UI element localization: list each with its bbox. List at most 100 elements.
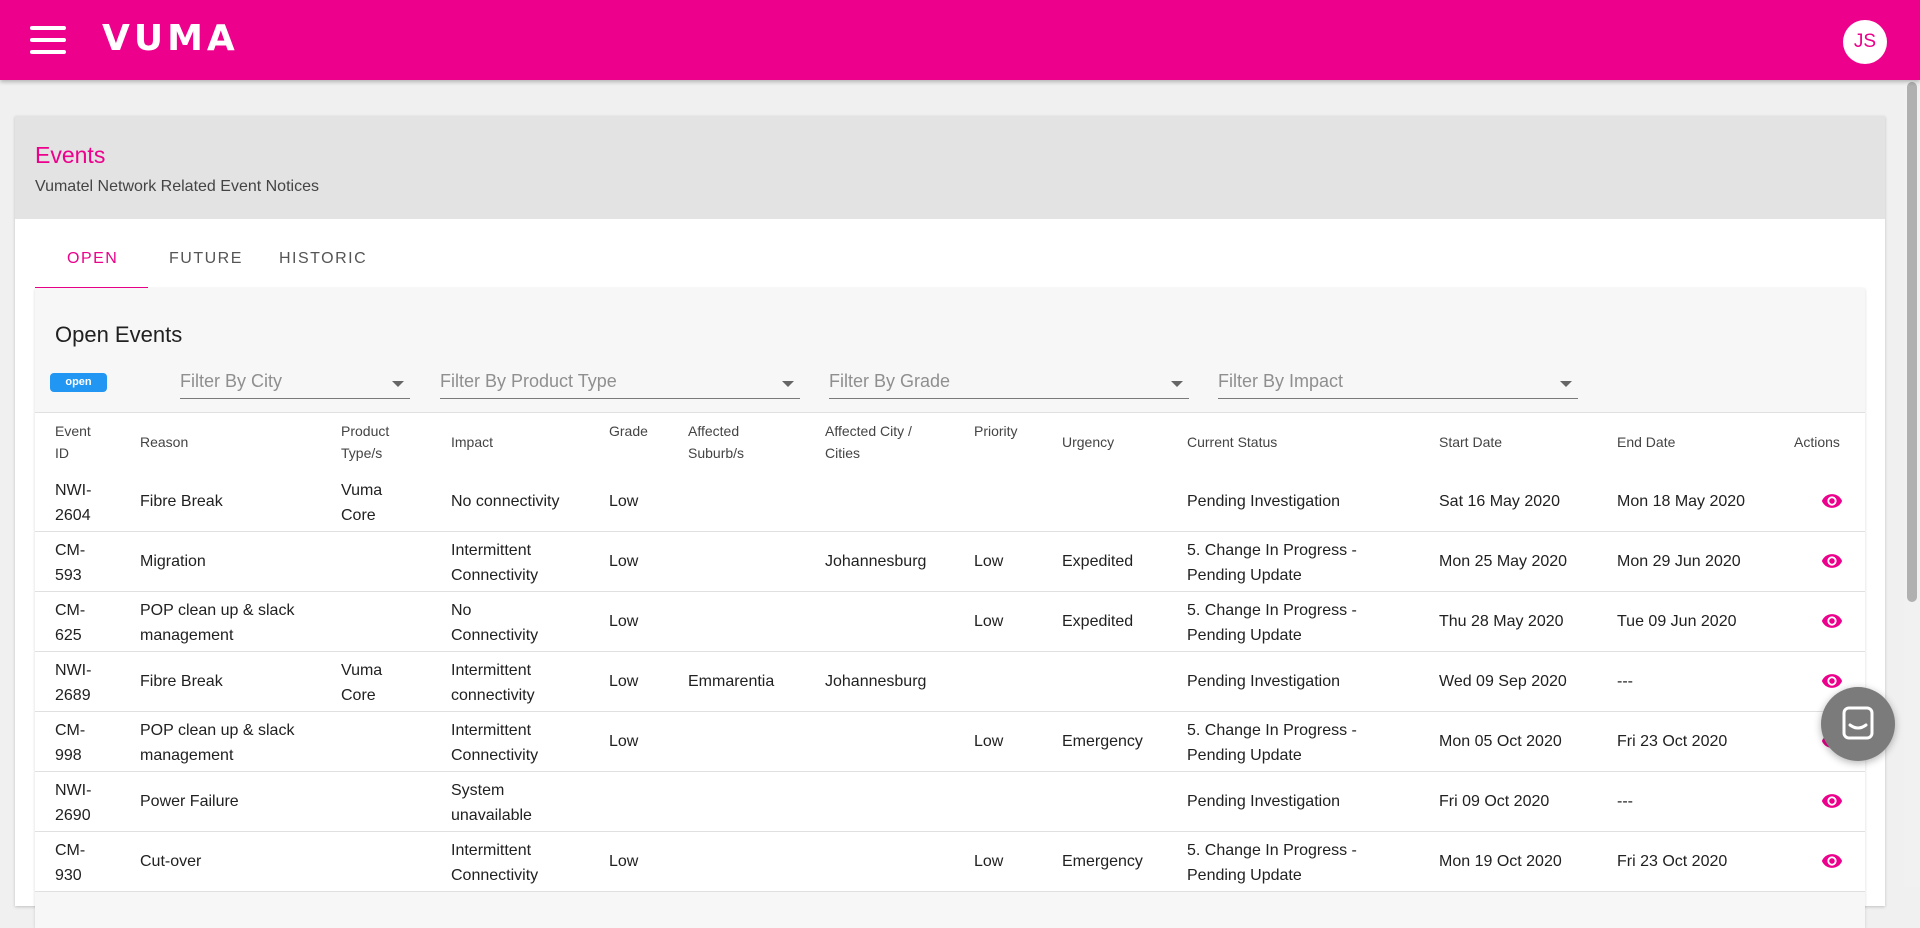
cell-status: 5. Change In Progress - Pending Update: [1187, 842, 1357, 884]
header-event-id[interactable]: Event ID: [55, 420, 107, 464]
eye-icon[interactable]: [1818, 610, 1846, 632]
eye-icon[interactable]: [1818, 850, 1846, 872]
cell-status: 5. Change In Progress - Pending Update: [1187, 602, 1357, 644]
cell-status: Pending Investigation: [1187, 793, 1340, 810]
cell-priority: Low: [974, 613, 1004, 630]
filter-city-select[interactable]: Filter By City: [180, 368, 410, 399]
cell-product-type: Vuma Core: [341, 662, 383, 704]
cell-start-date: Mon 05 Oct 2020: [1439, 733, 1562, 750]
cell-impact: No Connectivity: [451, 602, 539, 644]
header-current-status[interactable]: Current Status: [1187, 431, 1277, 453]
tab-historic[interactable]: HISTORIC: [279, 250, 367, 268]
top-app-bar: VUMA JS: [0, 0, 1920, 80]
cell-reason: Cut-over: [140, 853, 202, 870]
status-badge: open: [50, 373, 107, 392]
eye-icon[interactable]: [1818, 790, 1846, 812]
cell-start-date: Thu 28 May 2020: [1439, 613, 1564, 630]
events-card: Events Vumatel Network Related Event Not…: [15, 116, 1885, 928]
cell-impact: No connectivity: [451, 493, 560, 510]
table-row[interactable]: CM-998 POP clean up & slack management I…: [35, 712, 1865, 772]
table-row[interactable]: NWI-2690 Power Failure System unavailabl…: [35, 772, 1865, 832]
table-row[interactable]: CM-593 Migration Intermittent Connectivi…: [35, 532, 1865, 592]
header-actions: Actions: [1794, 434, 1840, 450]
filter-grade-placeholder: Filter By Grade: [829, 371, 951, 391]
eye-icon[interactable]: [1818, 490, 1846, 512]
cell-grade: Low: [609, 733, 639, 750]
cell-event-id: NWI-2689: [55, 662, 92, 704]
header-end-date[interactable]: End Date: [1617, 431, 1675, 453]
cell-end-date: Mon 18 May 2020: [1617, 493, 1746, 510]
cell-grade: Low: [609, 553, 639, 570]
header-impact[interactable]: Impact: [451, 431, 493, 453]
cell-reason: Migration: [140, 553, 206, 570]
cell-start-date: Wed 09 Sep 2020: [1439, 673, 1567, 690]
cell-reason: POP clean up & slack management: [140, 602, 295, 644]
user-avatar[interactable]: JS: [1843, 20, 1887, 64]
menu-icon[interactable]: [30, 26, 66, 54]
cell-end-date: Fri 23 Oct 2020: [1617, 853, 1728, 870]
cell-priority: Low: [974, 553, 1004, 570]
eye-icon[interactable]: [1818, 550, 1846, 572]
cell-grade: Low: [609, 853, 639, 870]
cell-start-date: Fri 09 Oct 2020: [1439, 793, 1550, 810]
cell-end-date: Tue 09 Jun 2020: [1617, 613, 1737, 630]
header-product-type[interactable]: Product Type/s: [341, 420, 411, 464]
filter-city-placeholder: Filter By City: [180, 371, 283, 391]
cell-start-date: Mon 19 Oct 2020: [1439, 853, 1562, 870]
scrollbar-thumb[interactable]: [1907, 82, 1917, 602]
tab-open[interactable]: OPEN: [67, 250, 118, 268]
chat-launcher-button[interactable]: [1821, 687, 1895, 761]
filter-grade-select[interactable]: Filter By Grade: [829, 368, 1189, 399]
cell-end-date: Fri 23 Oct 2020: [1617, 733, 1728, 750]
cell-reason: POP clean up & slack management: [140, 722, 295, 764]
filter-impact-select[interactable]: Filter By Impact: [1218, 368, 1578, 399]
cell-urgency: Emergency: [1062, 733, 1143, 750]
cell-status: 5. Change In Progress - Pending Update: [1187, 722, 1357, 764]
cell-urgency: Emergency: [1062, 853, 1143, 870]
cell-grade: Low: [609, 673, 639, 690]
header-affected-cities[interactable]: Affected City / Cities: [825, 420, 935, 464]
table-row[interactable]: CM-625 POP clean up & slack management N…: [35, 592, 1865, 652]
table-row[interactable]: CM-930 Cut-over Intermittent Connectivit…: [35, 832, 1865, 892]
page-title: Events: [35, 142, 106, 168]
header-urgency[interactable]: Urgency: [1062, 431, 1114, 453]
table-row[interactable]: NWI-2689 Fibre Break Vuma Core Intermitt…: [35, 652, 1865, 712]
table-row[interactable]: NWI-2604 Fibre Break Vuma Core No connec…: [35, 472, 1865, 532]
tab-future[interactable]: FUTURE: [169, 250, 243, 268]
header-reason[interactable]: Reason: [140, 431, 188, 453]
page-scrollbar[interactable]: [1904, 80, 1920, 887]
cell-status: 5. Change In Progress - Pending Update: [1187, 542, 1357, 584]
cell-priority: Low: [974, 853, 1004, 870]
cell-start-date: Sat 16 May 2020: [1439, 493, 1560, 510]
cell-reason: Power Failure: [140, 793, 239, 810]
filter-product-type-placeholder: Filter By Product Type: [440, 371, 617, 391]
cell-start-date: Mon 25 May 2020: [1439, 553, 1568, 570]
cell-suburb: Emmarentia: [688, 673, 775, 690]
cell-city: Johannesburg: [825, 673, 927, 690]
cell-status: Pending Investigation: [1187, 493, 1340, 510]
header-grade[interactable]: Grade: [609, 420, 648, 442]
open-events-panel: Open Events open Filter By City Filter B…: [35, 288, 1865, 928]
cell-impact: Intermittent Connectivity: [451, 842, 539, 884]
chevron-down-icon: [1560, 381, 1572, 387]
cell-city: Johannesburg: [825, 553, 927, 570]
cell-event-id: NWI-2690: [55, 782, 92, 824]
cell-urgency: Expedited: [1062, 613, 1134, 630]
cell-reason: Fibre Break: [140, 493, 223, 510]
cell-urgency: Expedited: [1062, 553, 1134, 570]
cell-product-type: Vuma Core: [341, 482, 383, 524]
cell-impact: Intermittent Connectivity: [451, 722, 539, 764]
card-header: Events Vumatel Network Related Event Not…: [15, 116, 1885, 219]
cell-end-date: Mon 29 Jun 2020: [1617, 553, 1741, 570]
filter-product-type-select[interactable]: Filter By Product Type: [440, 368, 800, 399]
filter-impact-placeholder: Filter By Impact: [1218, 371, 1344, 391]
header-start-date[interactable]: Start Date: [1439, 431, 1502, 453]
header-affected-suburbs[interactable]: Affected Suburb/s: [688, 420, 768, 464]
brand-logo[interactable]: VUMA: [102, 17, 239, 61]
header-priority[interactable]: Priority: [974, 420, 1018, 442]
cell-grade: Low: [609, 613, 639, 630]
cell-grade: Low: [609, 493, 639, 510]
cell-priority: Low: [974, 733, 1004, 750]
cell-impact: System unavailable: [451, 782, 532, 824]
cell-reason: Fibre Break: [140, 673, 223, 690]
